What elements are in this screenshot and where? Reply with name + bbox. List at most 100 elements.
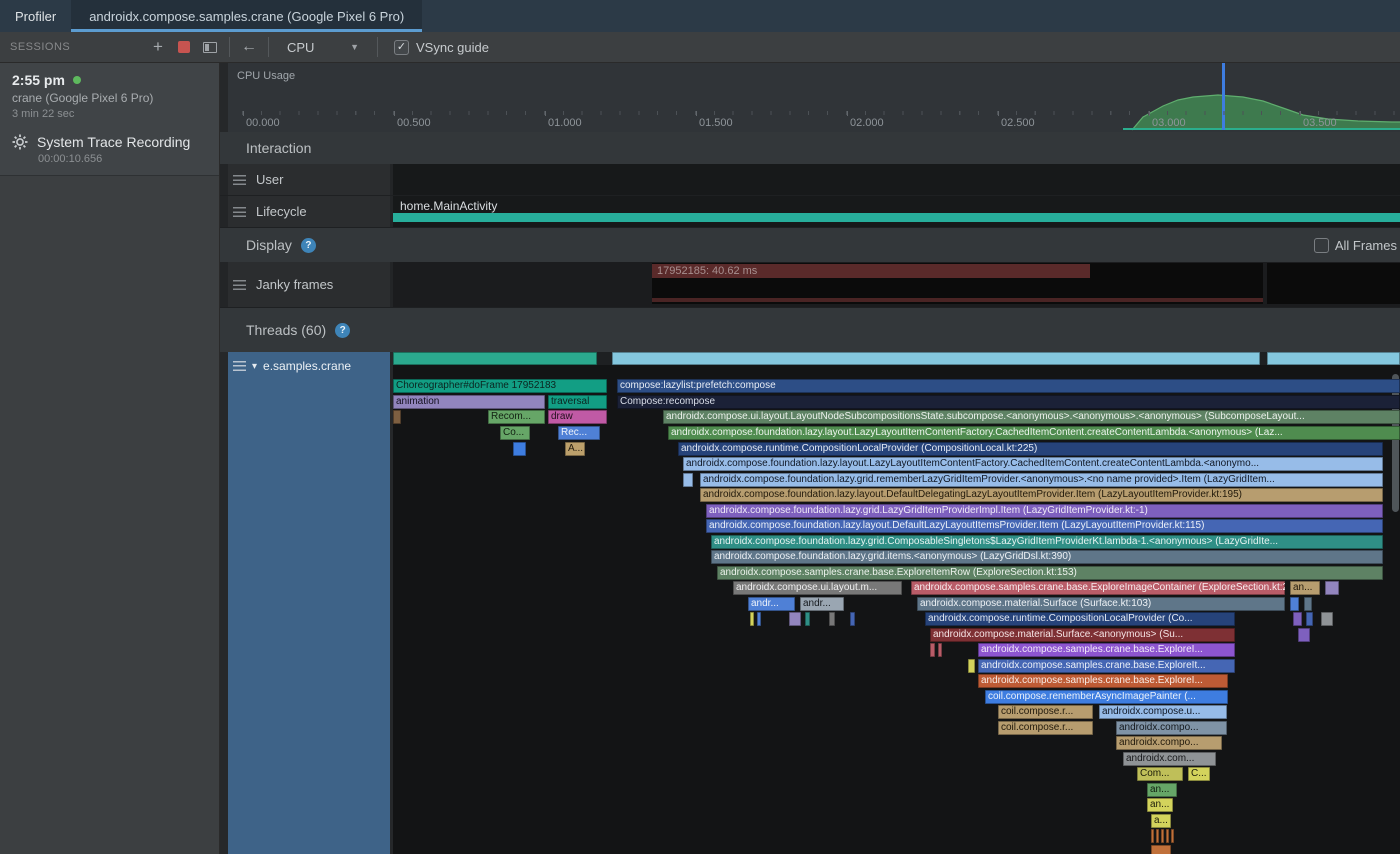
trace-span[interactable]: androidx.compose.foundation.lazy.grid.La… [706, 504, 1383, 518]
trace-span-small[interactable] [938, 643, 942, 657]
trace-span-small[interactable] [829, 612, 835, 626]
trace-span[interactable]: Choreographer#doFrame 17952183 [393, 379, 607, 393]
trace-span[interactable]: coil.compose.rememberAsyncImagePainter (… [985, 690, 1228, 704]
trace-span[interactable]: an... [1290, 581, 1320, 595]
trace-span[interactable]: androidx.compo... [1116, 721, 1227, 735]
janky-frame-block[interactable]: 17952185: 40.62 ms [652, 263, 1263, 304]
trace-span-small[interactable] [513, 442, 526, 456]
user-track[interactable] [393, 164, 1400, 195]
trace-span-small[interactable] [1298, 628, 1310, 642]
trace-span-small[interactable] [1151, 845, 1171, 854]
lifecycle-event-bar[interactable] [393, 213, 1400, 222]
trace-span-small[interactable] [1171, 829, 1174, 843]
trace-span-small[interactable] [930, 643, 935, 657]
lifecycle-track[interactable]: home.MainActivity [393, 196, 1400, 227]
trace-span-small[interactable] [789, 612, 801, 626]
trace-span[interactable]: androidx.compose.ui.layout.m... [733, 581, 902, 595]
trace-span[interactable]: a... [1151, 814, 1171, 828]
trace-span[interactable]: Rec... [558, 426, 600, 440]
trace-span[interactable]: androidx.compose.samples.crane.base.Expl… [978, 674, 1228, 688]
help-icon[interactable]: ? [335, 323, 350, 338]
profiler-type-dropdown[interactable]: CPU ▼ [275, 40, 371, 55]
trace-span[interactable]: Recom... [488, 410, 545, 424]
trace-span[interactable]: androidx.compose.ui.layout.LayoutNodeSub… [663, 410, 1400, 424]
trace-span[interactable]: Compose:recompose [617, 395, 1400, 409]
trace-span-small[interactable] [750, 612, 754, 626]
trace-span[interactable]: androidx.compose.samples.crane.base.Expl… [717, 566, 1383, 580]
flame-chart[interactable]: Choreographer#doFrame 17952183 compose:la… [393, 352, 1400, 854]
trace-span[interactable]: androidx.compose.samples.crane.base.Expl… [911, 581, 1285, 595]
trace-span-small[interactable] [1306, 612, 1313, 626]
trace-span[interactable]: androidx.compose.u... [1099, 705, 1227, 719]
vsync-guide-toggle[interactable]: ✓ VSync guide [394, 40, 489, 55]
trace-span[interactable]: androidx.compose.foundation.lazy.layout.… [700, 488, 1383, 502]
janky-frame-bar[interactable]: 17952185: 40.62 ms [652, 264, 1090, 278]
trace-span-small[interactable] [1161, 829, 1164, 843]
trace-span-small[interactable] [393, 352, 597, 365]
collapse-panel-icon[interactable] [197, 35, 223, 59]
trace-span[interactable]: draw [548, 410, 607, 424]
trace-span-small[interactable] [850, 612, 855, 626]
trace-span[interactable]: animation [393, 395, 545, 409]
trace-span-small[interactable] [968, 659, 975, 673]
session-entry[interactable]: 2:55 pm crane (Google Pixel 6 Pro) 3 min… [0, 70, 219, 124]
chevron-expand-icon[interactable]: ▾ [252, 361, 257, 372]
trace-span-small[interactable] [1156, 829, 1159, 843]
trace-span[interactable]: andr... [748, 597, 795, 611]
trace-span[interactable]: androidx.compose.foundation.lazy.layout.… [706, 519, 1383, 533]
cpu-usage-strip[interactable]: CPU Usage 00.00000.50001.00001.50002.000… [228, 63, 1400, 132]
trace-span[interactable]: andr... [800, 597, 844, 611]
trace-span-small[interactable] [393, 410, 401, 424]
trace-span-small[interactable] [1267, 352, 1400, 365]
trace-span[interactable]: androidx.compose.samples.crane.base.Expl… [978, 643, 1235, 657]
trace-span-small[interactable] [805, 612, 810, 626]
trace-span[interactable]: androidx.compose.foundation.lazy.grid.it… [711, 550, 1383, 564]
trace-span[interactable]: traversal [548, 395, 607, 409]
trace-span[interactable]: androidx.compose.foundation.lazy.grid.re… [700, 473, 1383, 487]
drag-handle-icon[interactable] [233, 207, 246, 217]
trace-span-small[interactable] [683, 473, 693, 487]
trace-span[interactable]: coil.compose.r... [998, 705, 1093, 719]
trace-span-small[interactable] [1293, 612, 1302, 626]
vsync-checkbox[interactable]: ✓ [394, 40, 409, 55]
stop-recording-icon[interactable] [171, 35, 197, 59]
trace-span[interactable]: androidx.compose.material.Surface.<anony… [930, 628, 1235, 642]
trace-span[interactable]: C... [1188, 767, 1210, 781]
trace-span[interactable]: coil.compose.r... [998, 721, 1093, 735]
trace-span[interactable]: androidx.com... [1123, 752, 1216, 766]
add-session-icon[interactable]: + [145, 35, 171, 59]
thread-label-panel[interactable]: ▾ e.samples.crane [228, 352, 390, 854]
trace-span-small[interactable] [1304, 597, 1312, 611]
trace-span[interactable]: androidx.compose.samples.crane.base.Expl… [978, 659, 1235, 673]
trace-span[interactable]: A... [565, 442, 585, 456]
trace-span[interactable]: an... [1147, 783, 1177, 797]
janky-track[interactable]: 17952185: 40.62 ms [393, 262, 1400, 307]
drag-handle-icon[interactable] [233, 280, 246, 290]
all-frames-toggle[interactable]: ✓ All Frames [1314, 238, 1397, 253]
trace-span[interactable]: an... [1147, 798, 1173, 812]
session-recording-item[interactable]: System Trace Recording 00:00:10.656 [0, 124, 219, 165]
trace-span-small[interactable] [1321, 612, 1333, 626]
drag-handle-icon[interactable] [233, 361, 246, 371]
trace-span[interactable]: androidx.compose.foundation.lazy.grid.Co… [711, 535, 1383, 549]
trace-span-small[interactable] [1151, 829, 1154, 843]
trace-span-small[interactable] [1166, 829, 1169, 843]
trace-span-small[interactable] [757, 612, 761, 626]
trace-span[interactable]: androidx.compo... [1116, 736, 1222, 750]
back-arrow-icon[interactable]: ← [236, 35, 262, 59]
help-icon[interactable]: ? [301, 238, 316, 253]
trace-span[interactable]: androidx.compose.runtime.CompositionLoca… [678, 442, 1383, 456]
session-tab[interactable]: androidx.compose.samples.crane (Google P… [71, 0, 422, 32]
trace-span[interactable]: Com... [1137, 767, 1183, 781]
trace-span-small[interactable] [1290, 597, 1299, 611]
trace-span[interactable]: androidx.compose.foundation.lazy.layout.… [668, 426, 1400, 440]
trace-span[interactable]: androidx.compose.foundation.lazy.layout.… [683, 457, 1383, 471]
trace-span[interactable]: compose:lazylist:prefetch:compose [617, 379, 1400, 393]
trace-span[interactable]: androidx.compose.material.Surface (Surfa… [917, 597, 1285, 611]
thread-header[interactable]: ▾ e.samples.crane [228, 352, 390, 373]
janky-frame-block[interactable] [1267, 263, 1400, 304]
trace-span[interactable]: Co... [500, 426, 530, 440]
trace-span-small[interactable] [612, 352, 1260, 365]
drag-handle-icon[interactable] [233, 175, 246, 185]
all-frames-checkbox[interactable]: ✓ [1314, 238, 1329, 253]
